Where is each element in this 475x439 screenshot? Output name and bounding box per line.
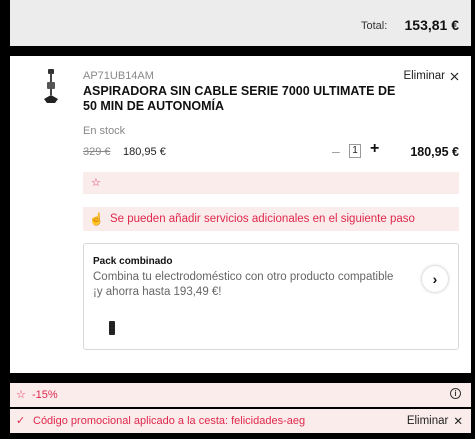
pack-description: Combina tu electrodoméstico con otro pro… bbox=[93, 271, 394, 298]
chevron-right-icon[interactable]: › bbox=[422, 266, 448, 292]
total-label: Total: bbox=[361, 20, 388, 32]
services-notice-text: Se pueden añadir servicios adicionales e… bbox=[109, 213, 415, 225]
star-icon: ☆ bbox=[16, 389, 26, 401]
quantity-increase-button[interactable]: + bbox=[370, 140, 379, 158]
coupon-applied-row: ✓ Código promocional aplicado a la cesta… bbox=[10, 409, 471, 433]
cart-total-bar: Total: 153,81 € bbox=[10, 0, 471, 46]
unit-price: 180,95 € bbox=[123, 146, 166, 158]
remove-item-label: Eliminar bbox=[403, 70, 445, 82]
pack-title: Pack combinado bbox=[93, 256, 173, 267]
star-icon: ☆ bbox=[91, 177, 101, 189]
services-notice: ☝ Se pueden añadir servicios adicionales… bbox=[83, 207, 459, 231]
promo-badge-row: ☆ bbox=[83, 172, 459, 194]
quantity-decrease-button[interactable]: – bbox=[332, 143, 340, 159]
check-icon: ✓ bbox=[16, 415, 26, 427]
info-icon[interactable]: i bbox=[450, 388, 461, 399]
product-image[interactable] bbox=[40, 68, 62, 106]
line-total: 180,95 € bbox=[410, 145, 459, 159]
remove-item-button[interactable]: Eliminar bbox=[403, 70, 459, 82]
coupon-message: Código promocional aplicado a la cesta: … bbox=[33, 415, 306, 427]
close-icon: ✕ bbox=[453, 416, 463, 428]
discount-row: ☆ -15% i bbox=[10, 383, 471, 407]
pack-product-image bbox=[109, 321, 115, 335]
quantity-input[interactable]: 1 bbox=[349, 144, 361, 158]
total-value: 153,81 € bbox=[404, 17, 460, 33]
combo-pack-card[interactable]: Pack combinado Combina tu electrodomésti… bbox=[83, 243, 459, 350]
remove-coupon-button[interactable]: Eliminar ✕ bbox=[407, 414, 463, 428]
discount-percent: -15% bbox=[32, 389, 58, 401]
hand-pointer-icon: ☝ bbox=[89, 212, 104, 226]
cart-item-card: AP71UB14AM Eliminar ASPIRADORA SIN CABLE… bbox=[10, 56, 471, 373]
close-icon bbox=[450, 72, 459, 80]
remove-coupon-label: Eliminar bbox=[406, 415, 449, 427]
old-price: 329 € bbox=[83, 146, 111, 158]
product-sku: AP71UB14AM bbox=[83, 70, 154, 82]
stock-status: En stock bbox=[83, 125, 126, 137]
product-title[interactable]: ASPIRADORA SIN CABLE SERIE 7000 ULTIMATE… bbox=[83, 84, 403, 114]
